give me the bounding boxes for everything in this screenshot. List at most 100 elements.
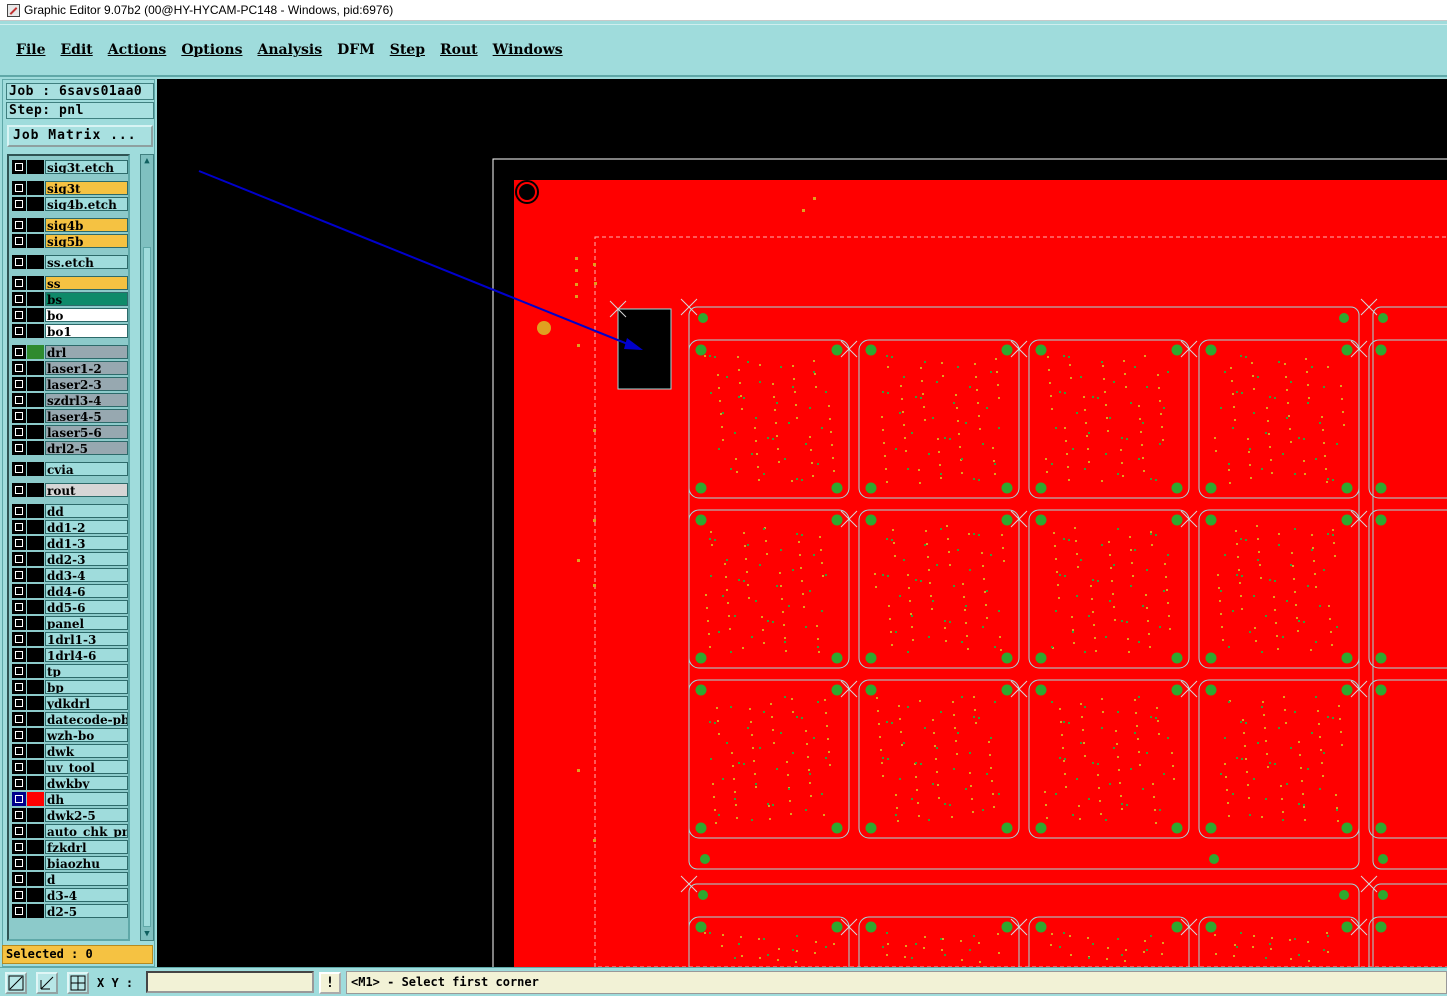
layer-checkbox[interactable] <box>12 776 26 790</box>
layer-color-swatch[interactable] <box>27 712 44 726</box>
layer-checkbox[interactable] <box>12 872 26 886</box>
layer-row[interactable]: dd <box>12 504 128 518</box>
layer-name[interactable]: 1drl1-3 <box>45 632 128 646</box>
layer-row[interactable]: sig4b.etch <box>12 197 128 211</box>
layer-color-swatch[interactable] <box>27 218 44 232</box>
layer-name[interactable]: drl <box>45 345 128 359</box>
layer-row[interactable]: dd1-3 <box>12 536 128 550</box>
layer-name[interactable]: dd2-3 <box>45 552 128 566</box>
layer-checkbox[interactable] <box>12 234 26 248</box>
layer-name[interactable]: laser4-5 <box>45 409 128 423</box>
layer-color-swatch[interactable] <box>27 292 44 306</box>
layer-checkbox[interactable] <box>12 824 26 838</box>
layer-color-swatch[interactable] <box>27 552 44 566</box>
layer-color-swatch[interactable] <box>27 441 44 455</box>
layer-row[interactable]: dd5-6 <box>12 600 128 614</box>
layer-color-swatch[interactable] <box>27 425 44 439</box>
layer-checkbox[interactable] <box>12 712 26 726</box>
layer-row[interactable]: bp <box>12 680 128 694</box>
layer-row[interactable]: dd2-3 <box>12 552 128 566</box>
layer-checkbox[interactable] <box>12 504 26 518</box>
layer-color-swatch[interactable] <box>27 872 44 886</box>
layer-name[interactable]: panel <box>45 616 128 630</box>
layer-checkbox[interactable] <box>12 632 26 646</box>
layer-checkbox[interactable] <box>12 536 26 550</box>
layer-color-swatch[interactable] <box>27 255 44 269</box>
layer-name[interactable]: fzkdrl <box>45 840 128 854</box>
layer-checkbox[interactable] <box>12 441 26 455</box>
layer-color-swatch[interactable] <box>27 234 44 248</box>
layer-row[interactable]: dh <box>12 792 128 806</box>
layer-color-swatch[interactable] <box>27 181 44 195</box>
layer-row[interactable]: uv_tool <box>12 760 128 774</box>
layer-checkbox[interactable] <box>12 218 26 232</box>
layer-checkbox[interactable] <box>12 744 26 758</box>
graphic-canvas[interactable] <box>157 79 1447 967</box>
layer-name[interactable]: laser5-6 <box>45 425 128 439</box>
layer-scrollbar[interactable]: ▲ ▼ <box>140 154 154 941</box>
layer-row[interactable]: d3-4 <box>12 888 128 902</box>
layer-row[interactable]: dwk <box>12 744 128 758</box>
layer-color-swatch[interactable] <box>27 680 44 694</box>
layer-name[interactable]: sig5b <box>45 234 128 248</box>
menu-analysis[interactable]: Analysis <box>257 42 322 58</box>
layer-row[interactable]: d <box>12 872 128 886</box>
layer-checkbox[interactable] <box>12 520 26 534</box>
layer-color-swatch[interactable] <box>27 888 44 902</box>
grid-button[interactable] <box>67 972 89 994</box>
layer-color-swatch[interactable] <box>27 393 44 407</box>
layer-checkbox[interactable] <box>12 462 26 476</box>
layer-row[interactable]: cvia <box>12 462 128 476</box>
layer-color-swatch[interactable] <box>27 792 44 806</box>
layer-checkbox[interactable] <box>12 292 26 306</box>
layer-row[interactable]: dd4-6 <box>12 584 128 598</box>
layer-checkbox[interactable] <box>12 552 26 566</box>
layer-row[interactable]: sig4b <box>12 218 128 232</box>
layer-row[interactable]: d2-5 <box>12 904 128 918</box>
layer-checkbox[interactable] <box>12 276 26 290</box>
scroll-thumb[interactable] <box>143 247 151 927</box>
layer-checkbox[interactable] <box>12 255 26 269</box>
menu-step[interactable]: Step <box>390 42 425 58</box>
layer-checkbox[interactable] <box>12 840 26 854</box>
layer-color-swatch[interactable] <box>27 520 44 534</box>
layer-color-swatch[interactable] <box>27 568 44 582</box>
layer-color-swatch[interactable] <box>27 824 44 838</box>
layer-checkbox[interactable] <box>12 308 26 322</box>
layer-name[interactable]: bs <box>45 292 128 306</box>
layer-name[interactable]: laser2-3 <box>45 377 128 391</box>
layer-color-swatch[interactable] <box>27 856 44 870</box>
layer-checkbox[interactable] <box>12 345 26 359</box>
layer-color-swatch[interactable] <box>27 664 44 678</box>
layer-color-swatch[interactable] <box>27 276 44 290</box>
menu-actions[interactable]: Actions <box>108 42 167 58</box>
layer-name[interactable]: ydkdrl <box>45 696 128 710</box>
layer-name[interactable]: biaozhu <box>45 856 128 870</box>
layer-name[interactable]: bo <box>45 308 128 322</box>
layer-row[interactable]: bs <box>12 292 128 306</box>
layer-color-swatch[interactable] <box>27 160 44 174</box>
layer-row[interactable]: dwkby <box>12 776 128 790</box>
layer-color-swatch[interactable] <box>27 308 44 322</box>
layer-row[interactable]: laser4-5 <box>12 409 128 423</box>
layer-name[interactable]: bo1 <box>45 324 128 338</box>
layer-checkbox[interactable] <box>12 760 26 774</box>
layer-color-swatch[interactable] <box>27 197 44 211</box>
layer-checkbox[interactable] <box>12 425 26 439</box>
layer-row[interactable]: sig3t <box>12 181 128 195</box>
layer-name[interactable]: laser1-2 <box>45 361 128 375</box>
layer-name[interactable]: dh <box>45 792 128 806</box>
layer-name[interactable]: d2-5 <box>45 904 128 918</box>
layer-color-swatch[interactable] <box>27 840 44 854</box>
layer-checkbox[interactable] <box>12 324 26 338</box>
layer-checkbox[interactable] <box>12 728 26 742</box>
layer-name[interactable]: sig4b.etch <box>45 197 128 211</box>
menu-options[interactable]: Options <box>181 42 242 58</box>
layer-color-swatch[interactable] <box>27 744 44 758</box>
layer-checkbox[interactable] <box>12 160 26 174</box>
layer-color-swatch[interactable] <box>27 361 44 375</box>
layer-checkbox[interactable] <box>12 600 26 614</box>
xy-input[interactable] <box>146 971 314 993</box>
layer-color-swatch[interactable] <box>27 904 44 918</box>
layer-name[interactable]: dwk <box>45 744 128 758</box>
